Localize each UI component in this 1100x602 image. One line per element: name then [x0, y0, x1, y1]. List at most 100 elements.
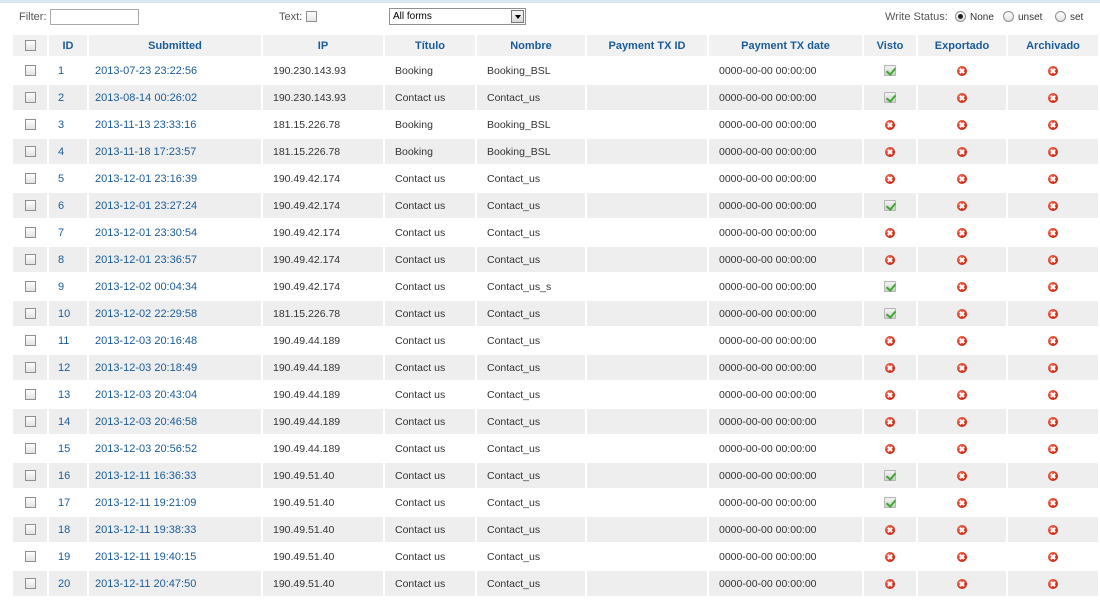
table-row[interactable]: 11 2013-12-03 20:16:48 190.49.44.189 Contac… [13, 328, 1098, 353]
row-id[interactable]: 12 [49, 355, 87, 380]
red-x-icon[interactable] [885, 362, 895, 373]
row-submitted[interactable]: 2013-12-02 22:29:58 [89, 301, 261, 326]
col-titulo[interactable]: Título [385, 35, 475, 56]
row-submitted[interactable]: 2013-12-01 23:36:57 [89, 247, 261, 272]
red-x-icon[interactable] [885, 578, 895, 589]
red-x-icon[interactable] [1048, 146, 1058, 157]
checked-icon[interactable] [884, 497, 896, 509]
table-row[interactable]: 17 2013-12-11 19:21:09 190.49.51.40 Contact… [13, 490, 1098, 515]
checked-icon[interactable] [884, 470, 896, 482]
chevron-down-icon[interactable] [511, 10, 524, 23]
col-submitted[interactable]: Submitted [89, 35, 261, 56]
row-checkbox[interactable] [24, 146, 36, 158]
red-x-icon[interactable] [885, 551, 895, 562]
row-checkbox[interactable] [24, 281, 36, 293]
red-x-icon[interactable] [1048, 470, 1058, 481]
red-x-icon[interactable] [957, 254, 967, 265]
row-checkbox[interactable] [24, 173, 36, 185]
red-x-icon[interactable] [957, 65, 967, 76]
row-id[interactable]: 1 [49, 58, 87, 83]
red-x-icon[interactable] [957, 389, 967, 400]
red-x-icon[interactable] [1048, 497, 1058, 508]
red-x-icon[interactable] [1048, 119, 1058, 130]
red-x-icon[interactable] [1048, 416, 1058, 427]
red-x-icon[interactable] [1048, 578, 1058, 589]
table-row[interactable]: 12 2013-12-03 20:18:49 190.49.44.189 Contac… [13, 355, 1098, 380]
red-x-icon[interactable] [957, 470, 967, 481]
text-checkbox[interactable] [306, 11, 317, 22]
col-nombre[interactable]: Nombre [477, 35, 585, 56]
row-submitted[interactable]: 2013-12-11 20:47:50 [89, 571, 261, 596]
row-checkbox[interactable] [24, 92, 36, 104]
red-x-icon[interactable] [885, 335, 895, 346]
row-id[interactable]: 13 [49, 382, 87, 407]
red-x-icon[interactable] [957, 443, 967, 454]
row-id[interactable]: 15 [49, 436, 87, 461]
table-row[interactable]: 7 2013-12-01 23:30:54 190.49.42.174 Contact… [13, 220, 1098, 245]
row-submitted[interactable]: 2013-12-11 19:38:33 [89, 517, 261, 542]
col-ip[interactable]: IP [263, 35, 383, 56]
radio-unset[interactable] [1003, 11, 1014, 22]
row-checkbox[interactable] [24, 65, 36, 77]
red-x-icon[interactable] [1048, 335, 1058, 346]
row-submitted[interactable]: 2013-12-01 23:16:39 [89, 166, 261, 191]
red-x-icon[interactable] [1048, 308, 1058, 319]
checked-icon[interactable] [884, 65, 896, 77]
row-checkbox[interactable] [24, 416, 36, 428]
table-row[interactable]: 14 2013-12-03 20:46:58 190.49.44.189 Contac… [13, 409, 1098, 434]
row-checkbox[interactable] [24, 470, 36, 482]
row-checkbox[interactable] [24, 227, 36, 239]
checked-icon[interactable] [884, 308, 896, 320]
red-x-icon[interactable] [957, 173, 967, 184]
red-x-icon[interactable] [957, 578, 967, 589]
row-checkbox[interactable] [24, 335, 36, 347]
row-id[interactable]: 6 [49, 193, 87, 218]
checked-icon[interactable] [884, 281, 896, 293]
radio-set[interactable] [1055, 11, 1066, 22]
red-x-icon[interactable] [885, 389, 895, 400]
red-x-icon[interactable] [1048, 254, 1058, 265]
table-row[interactable]: 9 2013-12-02 00:04:34 190.49.42.174 Contact… [13, 274, 1098, 299]
row-submitted[interactable]: 2013-12-01 23:27:24 [89, 193, 261, 218]
checked-icon[interactable] [884, 92, 896, 104]
row-submitted[interactable]: 2013-11-13 23:33:16 [89, 112, 261, 137]
red-x-icon[interactable] [1048, 281, 1058, 292]
checked-icon[interactable] [884, 200, 896, 212]
red-x-icon[interactable] [957, 551, 967, 562]
red-x-icon[interactable] [885, 443, 895, 454]
row-checkbox[interactable] [24, 119, 36, 131]
form-select[interactable]: All forms [389, 8, 526, 25]
red-x-icon[interactable] [957, 308, 967, 319]
row-id[interactable]: 20 [49, 571, 87, 596]
table-row[interactable]: 6 2013-12-01 23:27:24 190.49.42.174 Contact… [13, 193, 1098, 218]
row-id[interactable]: 5 [49, 166, 87, 191]
col-id[interactable]: ID [49, 35, 87, 56]
table-row[interactable]: 18 2013-12-11 19:38:33 190.49.51.40 Contact… [13, 517, 1098, 542]
row-id[interactable]: 2 [49, 85, 87, 110]
red-x-icon[interactable] [885, 119, 895, 130]
col-payment-tx-id[interactable]: Payment TX ID [587, 35, 707, 56]
row-submitted[interactable]: 2013-12-03 20:16:48 [89, 328, 261, 353]
table-row[interactable]: 19 2013-12-11 19:40:15 190.49.51.40 Contact… [13, 544, 1098, 569]
row-checkbox[interactable] [24, 308, 36, 320]
row-submitted[interactable]: 2013-11-18 17:23:57 [89, 139, 261, 164]
filter-input[interactable] [50, 9, 139, 25]
table-row[interactable]: 8 2013-12-01 23:36:57 190.49.42.174 Contact… [13, 247, 1098, 272]
row-submitted[interactable]: 2013-12-11 19:40:15 [89, 544, 261, 569]
col-archivado[interactable]: Archivado [1008, 35, 1098, 56]
row-id[interactable]: 8 [49, 247, 87, 272]
table-row[interactable]: 1 2013-07-23 23:22:56 190.230.143.93 Bookin… [13, 58, 1098, 83]
table-row[interactable]: 4 2013-11-18 17:23:57 181.15.226.78 Booking… [13, 139, 1098, 164]
table-row[interactable]: 5 2013-12-01 23:16:39 190.49.42.174 Contact… [13, 166, 1098, 191]
table-row[interactable]: 13 2013-12-03 20:43:04 190.49.44.189 Contac… [13, 382, 1098, 407]
row-id[interactable]: 19 [49, 544, 87, 569]
red-x-icon[interactable] [957, 362, 967, 373]
row-submitted[interactable]: 2013-12-03 20:43:04 [89, 382, 261, 407]
row-checkbox[interactable] [24, 200, 36, 212]
row-id[interactable]: 7 [49, 220, 87, 245]
table-row[interactable]: 2 2013-08-14 00:26:02 190.230.143.93 Contac… [13, 85, 1098, 110]
red-x-icon[interactable] [957, 227, 967, 238]
row-checkbox[interactable] [24, 497, 36, 509]
col-visto[interactable]: Visto [864, 35, 916, 56]
table-row[interactable]: 10 2013-12-02 22:29:58 181.15.226.78 Contac… [13, 301, 1098, 326]
